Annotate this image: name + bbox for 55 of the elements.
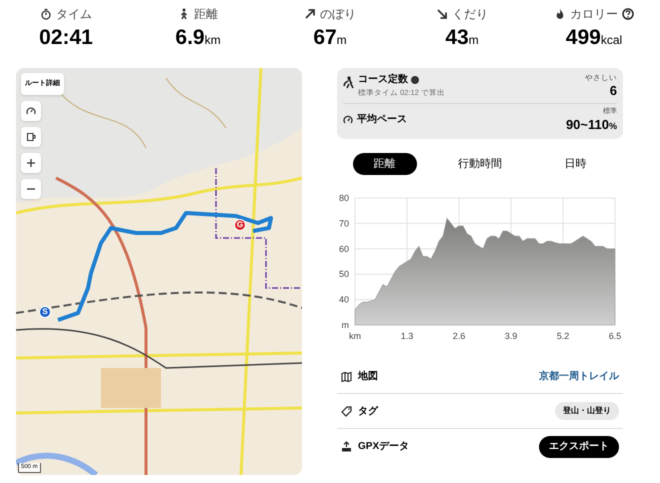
course-constant-label: コース定数 — [358, 72, 408, 87]
stat-label: タイム — [56, 6, 92, 23]
y-tick-label: 50 — [338, 269, 349, 280]
gauge-button[interactable] — [21, 101, 41, 121]
walking-person-icon — [178, 8, 190, 20]
stat-unit: m — [336, 34, 347, 46]
y-tick-label: 40 — [338, 294, 349, 305]
course-constant-value: 6 — [610, 83, 617, 100]
stat-label: カロリー — [570, 6, 618, 23]
stat-value: 43 — [445, 27, 469, 48]
info-label: GPXデータ — [358, 440, 410, 454]
stat-label: くだり — [452, 6, 488, 23]
map-icon — [341, 370, 352, 382]
gauge-icon — [26, 106, 36, 116]
stat-value: 499 — [566, 27, 601, 48]
info-label: 地図 — [358, 370, 378, 384]
down-arrow-icon — [436, 8, 448, 20]
x-tick-label: 1.3 — [400, 331, 414, 342]
stat-value: 02:41 — [39, 27, 93, 48]
stat-unit: m — [468, 34, 479, 46]
stopwatch-icon — [40, 8, 52, 20]
gauge-icon — [343, 114, 353, 125]
zoom-in-button[interactable] — [21, 153, 41, 173]
export-button[interactable]: エクスポート — [539, 436, 619, 458]
x-tick-label: 6.5 — [608, 331, 622, 342]
stat-unit: kcal — [600, 34, 622, 46]
x-tick-label: 2.6 — [452, 331, 466, 342]
chart-tab[interactable]: 日時 — [543, 153, 608, 176]
x-tick-label: km — [349, 331, 361, 342]
tag-icon — [341, 406, 352, 417]
y-tick-label: 60 — [338, 244, 349, 254]
stat-value: 67 — [313, 27, 337, 48]
y-tick-label: 80 — [338, 193, 349, 204]
flame-icon — [554, 8, 566, 20]
info-label: タグ — [358, 404, 378, 419]
map-link[interactable]: 京都一周トレイル — [539, 368, 619, 384]
stat-value: 6.9 — [175, 27, 205, 48]
average-pace-value: 90~110% — [566, 117, 617, 134]
y-tick-label: 70 — [338, 218, 349, 229]
average-pace-label: 平均ペース — [357, 112, 407, 128]
hiker-icon — [343, 76, 354, 89]
cup-button[interactable] — [21, 127, 41, 147]
x-tick-label: 5.2 — [556, 331, 570, 342]
upload-icon — [341, 441, 352, 452]
stat-label: 距離 — [194, 6, 218, 23]
cup-icon — [26, 132, 36, 142]
tag-chip[interactable]: 登山・山登り — [555, 402, 619, 420]
up-arrow-icon — [304, 8, 316, 20]
x-tick-label: 3.9 — [504, 331, 518, 342]
chart-tab[interactable]: 距離 — [352, 153, 417, 176]
y-tick-label: m — [342, 320, 349, 330]
stat-label: のぼり — [320, 6, 356, 23]
plus-icon — [26, 158, 36, 168]
chart-tab[interactable]: 行動時間 — [448, 153, 512, 176]
stat-unit: km — [204, 34, 221, 46]
